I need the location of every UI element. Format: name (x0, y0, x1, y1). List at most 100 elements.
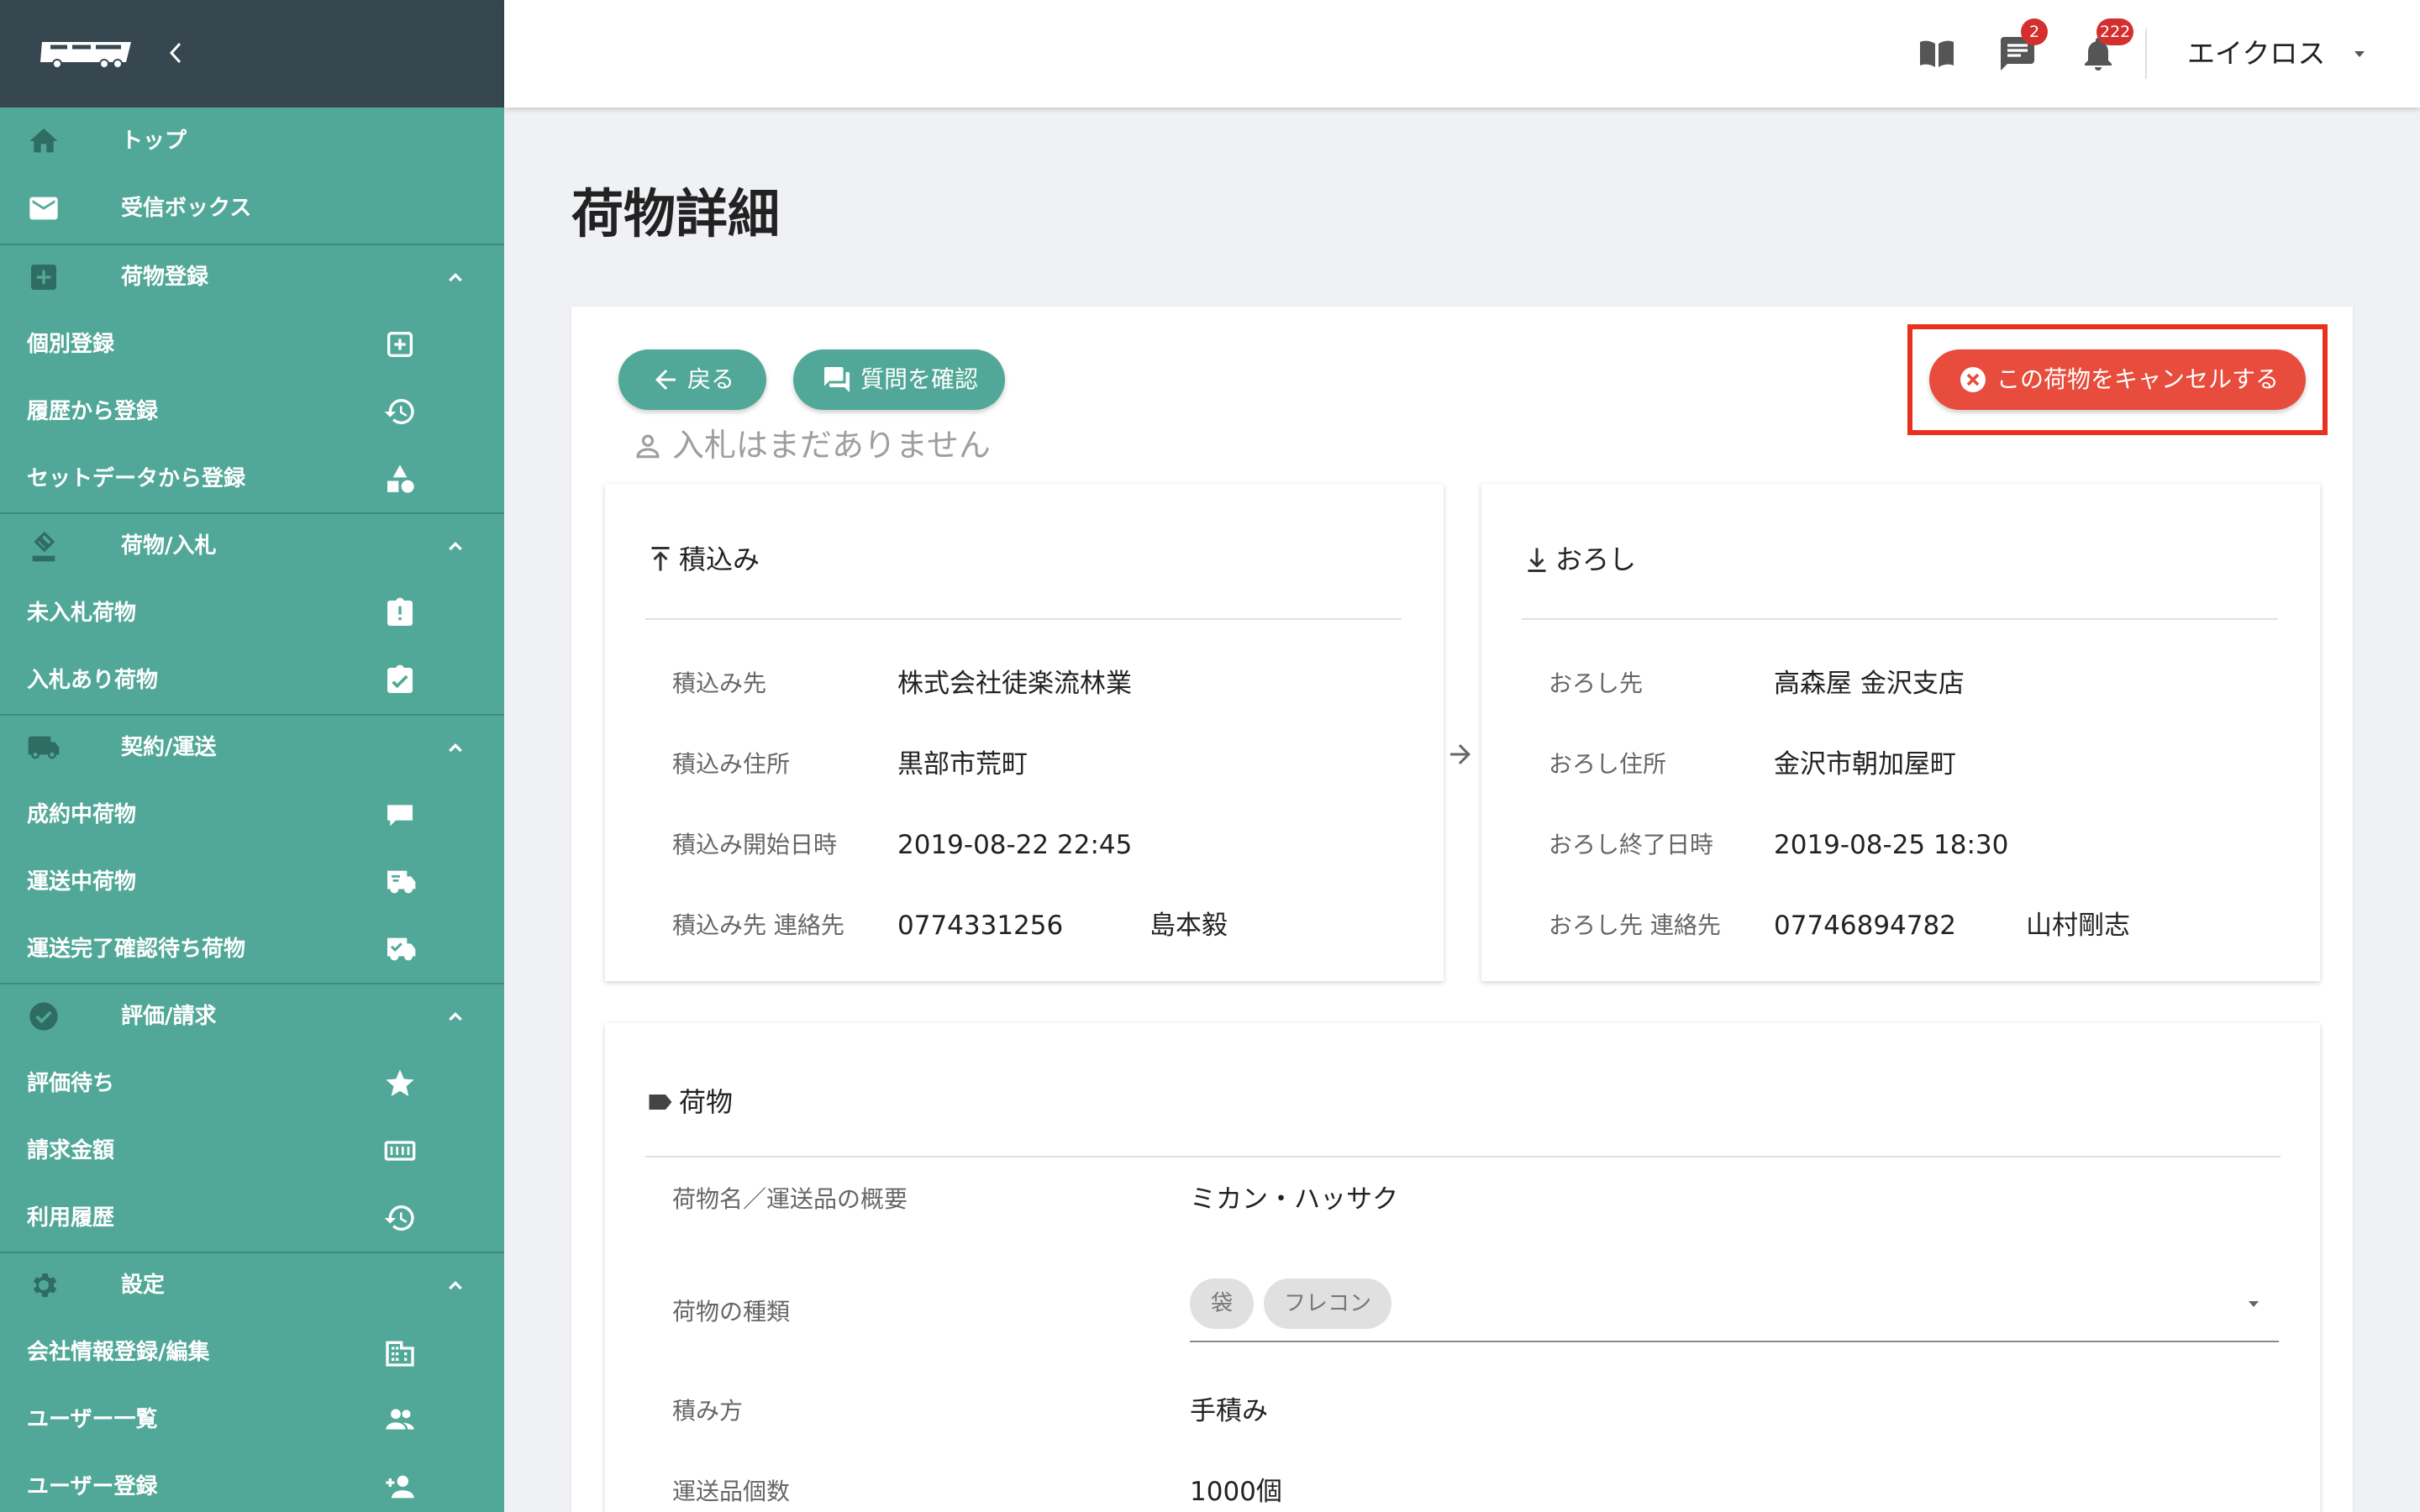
notifications-badge: 222 (2096, 18, 2134, 45)
pickup-row: 積込み開始日時 2019-08-22 22:45 (672, 822, 1412, 869)
sidebar-section-label: 荷物登録 (121, 265, 209, 290)
truck-check-icon (387, 937, 416, 961)
caret-down-icon[interactable] (2349, 44, 2370, 64)
sidebar-item-label: 個別登録 (27, 332, 115, 357)
notifications-button[interactable]: 222 (2078, 18, 2134, 74)
sidebar-item-label: ユーザー一覧 (27, 1407, 158, 1432)
cargo-type-chip: フレコン (1264, 1278, 1392, 1329)
sidebar-item-label: 履歴から登録 (27, 399, 159, 424)
user-menu-name[interactable]: エイクロス (2187, 29, 2325, 79)
sidebar-item-label: セットデータから登録 (27, 466, 246, 491)
top-bar: 2 222 エイクロス (504, 0, 2420, 108)
sidebar-item-usage-history[interactable]: 利用履歴 (0, 1184, 504, 1252)
dropoff-row-value: 金沢市朝加屋町 (1774, 749, 1956, 780)
sidebar-section-contract-transport[interactable]: 契約/運送 (0, 714, 504, 781)
upload-arrow-icon (651, 547, 670, 571)
sidebar-item-register-from-set-data[interactable]: セットデータから登録 (0, 445, 504, 512)
caret-down-icon[interactable] (2244, 1294, 2264, 1314)
sidebar-section-rating-billing[interactable]: 評価/請求 (0, 983, 504, 1050)
sidebar-item-label: 請求金額 (27, 1138, 115, 1163)
sidebar: トップ 受信ボックス 荷物登録 個別登録 履歴から登録 セットデータから登録 荷… (0, 0, 504, 1512)
cancel-cargo-button[interactable]: この荷物をキャンセルする (1929, 349, 2306, 410)
person-icon (636, 434, 660, 459)
page-title: 荷物詳細 (571, 183, 781, 244)
sidebar-section-cargo-registration[interactable]: 荷物登録 (0, 244, 504, 311)
sidebar-item-label: 入札あり荷物 (27, 668, 159, 693)
history-icon (384, 1205, 414, 1231)
view-questions-button[interactable]: 質問を確認 (793, 349, 1005, 410)
sidebar-item-bid-cargo[interactable]: 入札あり荷物 (0, 647, 504, 714)
sidebar-item-label: 未入札荷物 (27, 601, 137, 626)
sidebar-section-settings[interactable]: 設定 (0, 1252, 504, 1319)
sidebar-item-in-transit-cargo[interactable]: 運送中荷物 (0, 848, 504, 916)
dropoff-header-label: おろし (1555, 543, 1637, 575)
bid-hammer-icon (32, 531, 55, 562)
pickup-row-label: 積込み開始日時 (672, 831, 838, 858)
sidebar-item-top[interactable]: トップ (0, 108, 504, 175)
loading-method-value: 手積み (1190, 1396, 1268, 1426)
dropoff-card: おろし おろし先 高森屋 金沢支店 おろし住所 金沢市朝加屋町 おろし終了日時 … (1481, 484, 2320, 981)
messages-badge: 2 (2021, 18, 2048, 45)
sidebar-item-inbox[interactable]: 受信ボックス (0, 175, 504, 242)
pickup-row-label: 積込み先 連絡先 (672, 911, 844, 939)
sidebar-item-register-from-history[interactable]: 履歴から登録 (0, 378, 504, 445)
sidebar-item-individual-registration[interactable]: 個別登録 (0, 311, 504, 378)
pickup-header-label: 積込み (679, 543, 760, 575)
collapse-sidebar-button[interactable] (165, 39, 187, 67)
pickup-row-value: 2019-08-22 22:45 (897, 830, 1133, 860)
home-icon (29, 129, 58, 153)
pickup-row: 積込み先 株式会社徒楽流林業 (672, 660, 1412, 707)
divider (1522, 618, 2278, 620)
truck-icon (28, 736, 60, 759)
cargo-header-label: 荷物 (679, 1086, 734, 1118)
truck-front-icon (387, 805, 413, 827)
sidebar-item-awaiting-completion-cargo[interactable]: 運送完了確認待ち荷物 (0, 916, 504, 983)
mail-icon (29, 197, 58, 220)
truck-fast-icon (387, 870, 416, 894)
history-icon (384, 399, 414, 424)
gear-icon (33, 1273, 57, 1297)
chevron-up-icon (449, 1011, 462, 1021)
dropoff-row-value: 2019-08-25 18:30 (1774, 830, 2009, 860)
sidebar-item-user-list[interactable]: ユーザー一覧 (0, 1386, 504, 1453)
dropoff-row-label: おろし住所 (1549, 750, 1667, 778)
sidebar-item-label: ユーザー登録 (27, 1474, 158, 1499)
book-icon[interactable] (1917, 34, 1957, 74)
sidebar-item-awaiting-rating[interactable]: 評価待ち (0, 1050, 504, 1117)
pickup-row-label: 積込み住所 (672, 750, 791, 778)
dropoff-row: おろし先 連絡先 07746894782 山村剛志 (1549, 902, 2288, 949)
add-box-icon (31, 265, 56, 290)
sidebar-item-contracted-cargo[interactable]: 成約中荷物 (0, 781, 504, 848)
chevron-up-icon (449, 1280, 462, 1290)
cancel-cargo-label: この荷物をキャンセルする (1996, 365, 2280, 393)
sidebar-item-user-registration[interactable]: ユーザー登録 (0, 1453, 504, 1512)
pickup-contact-phone: 0774331256 (897, 911, 1064, 941)
sidebar-item-label: トップ (121, 129, 187, 154)
cargo-name-row: 荷物名／運送品の概要 ミカン・ハッサク (672, 1174, 2286, 1225)
cargo-count-value: 1000個 (1190, 1477, 1282, 1507)
sidebar-item-label: 受信ボックス (121, 196, 252, 221)
forum-icon (824, 367, 850, 392)
sidebar-item-label: 評価待ち (27, 1071, 115, 1096)
cargo-type-chip: 袋 (1190, 1278, 1254, 1329)
cargo-name-label: 荷物名／運送品の概要 (672, 1185, 908, 1213)
messages-button[interactable]: 2 (1997, 18, 2048, 74)
sidebar-section-cargo-bids[interactable]: 荷物/入札 (0, 512, 504, 580)
sidebar-section-label: 契約/運送 (121, 735, 217, 760)
divider (2145, 29, 2147, 79)
no-bids-text: 入札はまだありません (672, 427, 991, 464)
counter-icon (384, 1141, 416, 1161)
dropoff-row-label: おろし先 (1549, 669, 1644, 697)
chevron-up-icon (449, 743, 462, 753)
pickup-row-label: 積込み先 (672, 669, 767, 697)
clipboard-check-icon (387, 664, 413, 693)
sidebar-item-company-info[interactable]: 会社情報登録/編集 (0, 1319, 504, 1386)
sidebar-item-billing-amount[interactable]: 請求金額 (0, 1117, 504, 1184)
back-button[interactable]: 戻る (618, 349, 766, 410)
dropoff-row-label: おろし先 連絡先 (1549, 911, 1721, 939)
divider (645, 1156, 2281, 1158)
view-questions-label: 質問を確認 (860, 365, 979, 393)
cargo-count-row: 運送品個数 1000個 (672, 1467, 2286, 1512)
sidebar-item-unbid-cargo[interactable]: 未入札荷物 (0, 580, 504, 647)
download-arrow-icon (1528, 548, 1546, 572)
